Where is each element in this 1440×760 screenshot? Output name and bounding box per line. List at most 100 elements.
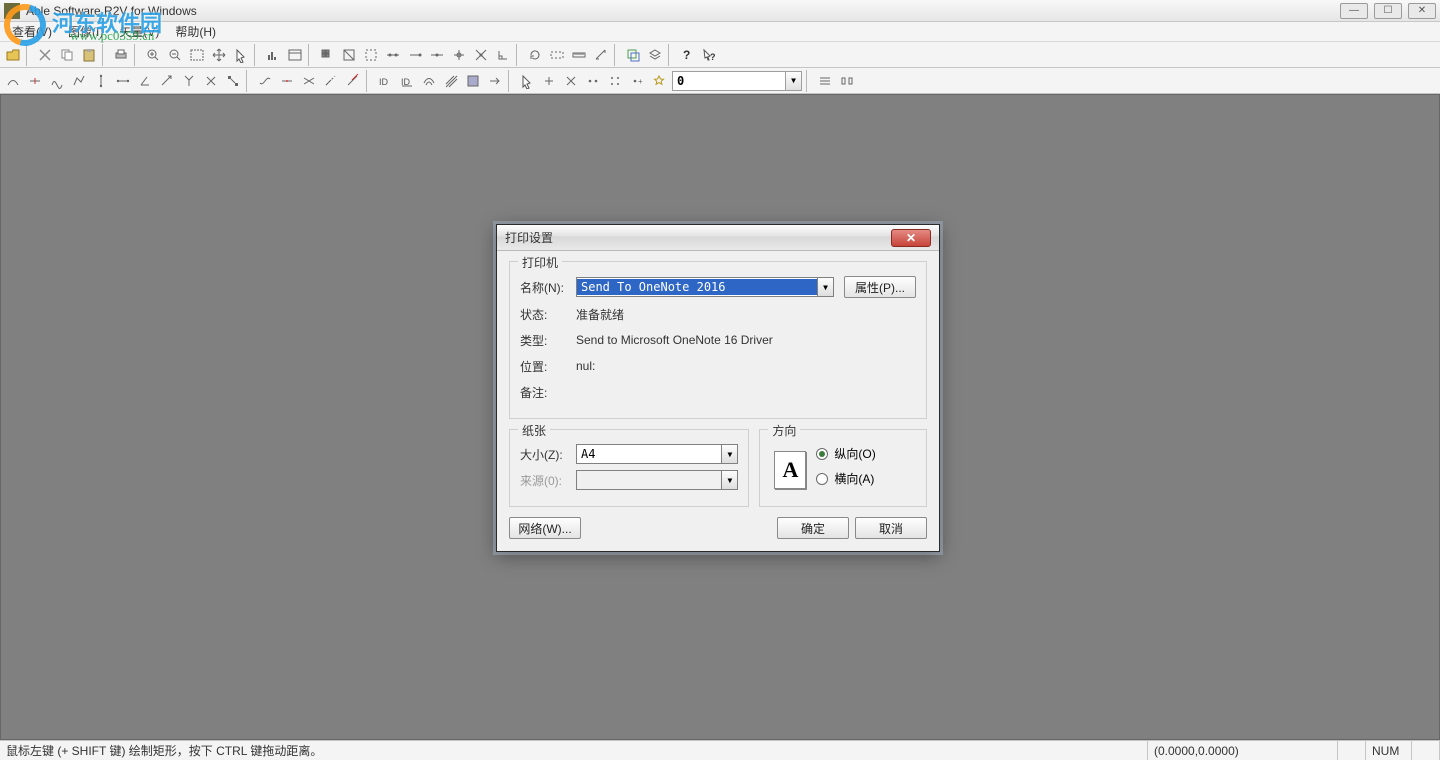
status-coords: (0.0000,0.0000) <box>1148 741 1338 760</box>
help-icon[interactable]: ? <box>676 44 698 66</box>
chevron-down-icon[interactable]: ▼ <box>817 278 833 296</box>
curve2-icon[interactable] <box>254 70 276 92</box>
app-icon <box>4 3 20 19</box>
menu-help[interactable]: 帮助(H) <box>167 21 224 42</box>
status-num: NUM <box>1366 741 1412 760</box>
hatch-icon[interactable] <box>440 70 462 92</box>
printer-name-value: Send To OneNote 2016 <box>577 279 817 295</box>
close-icon: ✕ <box>906 231 916 245</box>
contour-icon[interactable] <box>418 70 440 92</box>
close-window-button[interactable]: ✕ <box>1408 3 1436 19</box>
printer-properties-button[interactable]: 属性(P)... <box>844 276 916 298</box>
horizontal-line-icon[interactable] <box>112 70 134 92</box>
curve-tool-icon[interactable] <box>46 70 68 92</box>
x-node-icon[interactable] <box>560 70 582 92</box>
vertical-line-icon[interactable] <box>90 70 112 92</box>
branch-icon[interactable] <box>178 70 200 92</box>
snap-node-icon[interactable] <box>448 44 470 66</box>
cut-icon[interactable] <box>34 44 56 66</box>
pointer-icon[interactable] <box>230 44 252 66</box>
histogram-icon[interactable] <box>262 44 284 66</box>
snap-perp-icon[interactable] <box>492 44 514 66</box>
chevron-down-icon[interactable]: ▼ <box>721 445 737 463</box>
snap-end-icon[interactable] <box>404 44 426 66</box>
roi-icon[interactable] <box>360 44 382 66</box>
radio-dot-icon <box>816 473 828 485</box>
layer-dash-icon[interactable] <box>546 44 568 66</box>
refresh-icon[interactable] <box>524 44 546 66</box>
measure-icon[interactable] <box>590 44 612 66</box>
open-icon[interactable] <box>2 44 24 66</box>
fill-icon[interactable] <box>462 70 484 92</box>
snap-int-icon[interactable] <box>470 44 492 66</box>
align-icon[interactable] <box>814 70 836 92</box>
chevron-down-icon[interactable]: ▼ <box>785 72 801 90</box>
chevron-down-icon: ▼ <box>721 471 737 489</box>
print-setup-dialog: 打印设置 ✕ 打印机 名称(N): Send To OneNote 2016 ▼… <box>496 224 940 552</box>
separator <box>366 70 372 92</box>
zoom-in-icon[interactable] <box>142 44 164 66</box>
network-button[interactable]: 网络(W)... <box>509 517 581 539</box>
zoom-out-icon[interactable] <box>164 44 186 66</box>
svg-text:+: + <box>638 77 643 86</box>
portrait-radio[interactable]: 纵向(O) <box>816 445 875 462</box>
info-panel-icon[interactable] <box>284 44 306 66</box>
grid-nodes-icon[interactable] <box>604 70 626 92</box>
line-edit-icon[interactable] <box>2 70 24 92</box>
arrow3-icon[interactable] <box>484 70 506 92</box>
status-hint: 鼠标左键 (+ SHIFT 键) 绘制矩形，按下 CTRL 键拖动距离。 <box>0 741 1148 760</box>
crop-icon[interactable] <box>338 44 360 66</box>
zoom-window-icon[interactable] <box>186 44 208 66</box>
context-help-icon[interactable]: ? <box>698 44 720 66</box>
status-combo[interactable]: 0 ▼ <box>672 71 802 91</box>
poly-tool-icon[interactable] <box>68 70 90 92</box>
printer-type-label: 类型: <box>520 332 576 349</box>
pointer2-icon[interactable] <box>516 70 538 92</box>
line-cut-icon[interactable] <box>24 70 46 92</box>
orientation-group: 方向 A 纵向(O) 横向(A) <box>759 429 927 507</box>
paper-size-select[interactable]: A4 ▼ <box>576 444 738 464</box>
overlay-icon[interactable] <box>622 44 644 66</box>
toolbar-1: ? ? <box>0 42 1440 68</box>
id2-label-icon[interactable]: ID <box>396 70 418 92</box>
arrow2-icon[interactable] <box>156 70 178 92</box>
dot-node-icon[interactable] <box>582 70 604 92</box>
dialog-close-button[interactable]: ✕ <box>891 229 931 247</box>
paste-icon[interactable] <box>78 44 100 66</box>
maximize-button[interactable]: ☐ <box>1374 3 1402 19</box>
printer-name-label: 名称(N): <box>520 279 576 296</box>
menu-vector[interactable]: 矢量(V) <box>111 21 167 42</box>
trim-icon[interactable] <box>342 70 364 92</box>
layers-icon[interactable] <box>644 44 666 66</box>
plus-node-icon[interactable] <box>538 70 560 92</box>
printer-name-select[interactable]: Send To OneNote 2016 ▼ <box>576 277 834 297</box>
label-plus-icon[interactable]: + <box>626 70 648 92</box>
cross-icon[interactable] <box>200 70 222 92</box>
distribute-icon[interactable] <box>836 70 858 92</box>
paper-size-value: A4 <box>577 446 721 462</box>
landscape-radio[interactable]: 横向(A) <box>816 470 875 487</box>
separator <box>26 44 32 66</box>
pan-icon[interactable] <box>208 44 230 66</box>
node-edit-icon[interactable] <box>222 70 244 92</box>
cancel-button[interactable]: 取消 <box>855 517 927 539</box>
extend-icon[interactable] <box>320 70 342 92</box>
ok-button[interactable]: 确定 <box>777 517 849 539</box>
print-icon[interactable] <box>110 44 132 66</box>
angle-icon[interactable] <box>134 70 156 92</box>
star-icon[interactable] <box>648 70 670 92</box>
split-icon[interactable] <box>276 70 298 92</box>
orientation-preview-icon: A <box>774 451 806 489</box>
menu-view[interactable]: 查看(V) <box>4 21 60 42</box>
menu-image[interactable]: 图像(I) <box>60 21 111 42</box>
grid-icon[interactable] <box>316 44 338 66</box>
id-label-icon[interactable]: ID <box>374 70 396 92</box>
dialog-body: 打印机 名称(N): Send To OneNote 2016 ▼ 属性(P).… <box>497 251 939 551</box>
ruler-icon[interactable] <box>568 44 590 66</box>
dialog-titlebar[interactable]: 打印设置 ✕ <box>497 225 939 251</box>
join-icon[interactable] <box>298 70 320 92</box>
copy-icon[interactable] <box>56 44 78 66</box>
minimize-button[interactable]: — <box>1340 3 1368 19</box>
snap-h-icon[interactable] <box>382 44 404 66</box>
snap-mid-icon[interactable] <box>426 44 448 66</box>
